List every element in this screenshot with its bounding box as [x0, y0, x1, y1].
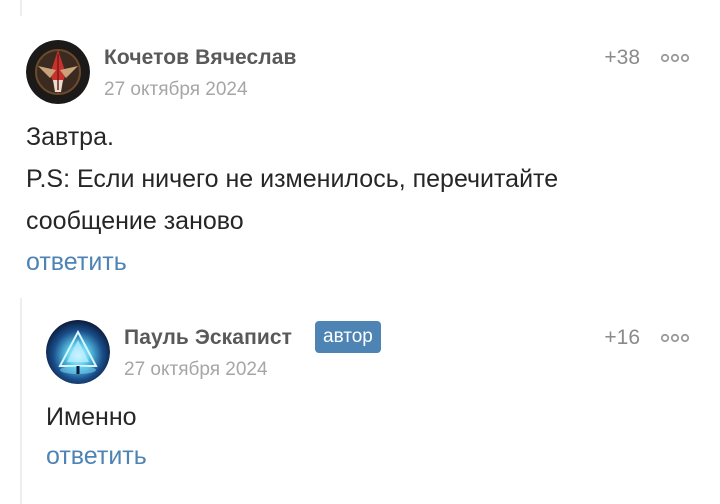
- avatar[interactable]: [26, 40, 90, 104]
- comment-text-line: P.S: Если ничего не изменилось, перечита…: [26, 165, 559, 235]
- comment-date: 27 октября 2024: [124, 359, 268, 380]
- more-dots-icon[interactable]: [660, 330, 690, 343]
- avatar[interactable]: [46, 320, 110, 384]
- red-winged-emblem-icon: [26, 40, 90, 104]
- more-dots-icon[interactable]: [660, 50, 690, 63]
- reply-link[interactable]: ответить: [46, 442, 147, 471]
- rating-score: +16: [604, 326, 640, 349]
- comment: Кочетов Вячеслав 27 октября 2024 +38 Зав…: [0, 0, 720, 290]
- comment-date: 27 октября 2024: [104, 79, 248, 100]
- glowing-pyramid-icon: [46, 320, 110, 384]
- reply-link[interactable]: ответить: [26, 248, 127, 277]
- rating-score: +38: [604, 46, 640, 69]
- comment-text-line: Завтра.: [26, 123, 114, 151]
- author-name[interactable]: Пауль Эскапист: [124, 326, 292, 350]
- comment-body: Именно: [46, 396, 666, 438]
- author-name[interactable]: Кочетов Вячеслав: [104, 46, 297, 70]
- comment-body: Завтра. P.S: Если ничего не изменилось, …: [26, 116, 666, 242]
- author-badge: автор: [315, 321, 381, 353]
- comment-text-line: Именно: [46, 403, 137, 431]
- reply-comment: Пауль Эскапист автор 27 октября 2024 +16…: [0, 290, 720, 504]
